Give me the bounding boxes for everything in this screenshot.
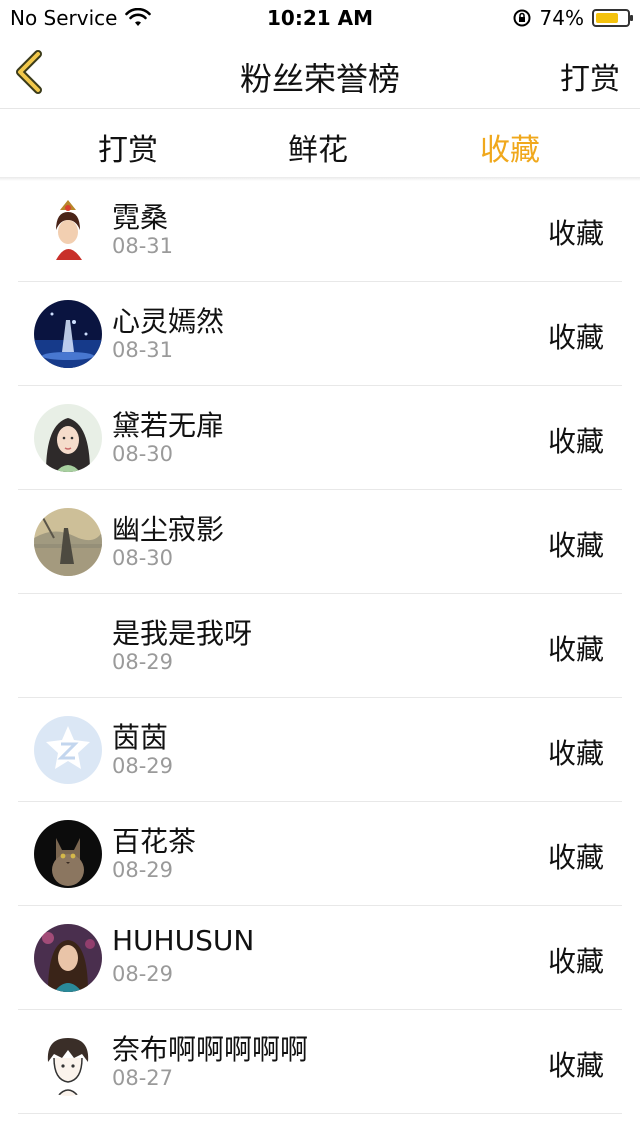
action-label: 收藏 (547, 217, 604, 250)
tab-reward[interactable]: 打赏 (98, 125, 158, 169)
ink-landscape-avatar-icon (34, 508, 102, 576)
avatar (34, 508, 102, 576)
user-name: 百花茶 (112, 825, 197, 858)
list-item[interactable]: 百花茶 08-29 收藏 (0, 802, 640, 906)
user-name: 是我是我呀 (112, 617, 253, 650)
avatar (34, 716, 102, 784)
tab-flowers[interactable]: 鲜花 (288, 125, 348, 169)
action-label: 收藏 (547, 425, 604, 458)
battery-icon (592, 9, 633, 27)
tab-favorites[interactable]: 收藏 (480, 125, 540, 169)
orientation-lock-icon (513, 9, 531, 27)
tab-bar: 打赏 鲜花 收藏 (0, 109, 640, 177)
action-label: 收藏 (547, 321, 604, 354)
avatar (34, 404, 102, 472)
action-label: 收藏 (547, 633, 604, 666)
user-name: HUHUSUN (112, 924, 255, 957)
user-name: 茵茵 (112, 721, 169, 754)
list-item[interactable]: 奈布啊啊啊啊啊 08-27 收藏 (0, 1010, 640, 1114)
reward-button[interactable]: 打赏 (560, 54, 620, 98)
girl-illustration-avatar-icon (34, 404, 102, 472)
date-label: 08-31 (112, 338, 174, 362)
action-label: 收藏 (547, 737, 604, 770)
date-label: 08-29 (112, 858, 174, 882)
date-label: 08-29 (112, 754, 174, 778)
status-bar: No Service 10:21 AM 74% (0, 0, 640, 36)
user-name: 霓桑 (112, 201, 169, 234)
list-item[interactable]: 茵茵 08-29 收藏 (0, 698, 640, 802)
battery-level-fill (596, 13, 618, 23)
date-label: 08-27 (112, 1066, 174, 1090)
night-sky-avatar-icon (34, 300, 102, 368)
list-item[interactable]: 幽尘寂影 08-30 收藏 (0, 490, 640, 594)
page-title: 粉丝荣誉榜 (239, 60, 400, 98)
avatar (34, 820, 102, 888)
date-label: 08-30 (112, 546, 174, 570)
user-name: 奈布啊啊啊啊啊 (112, 1033, 309, 1066)
nav-bar: 粉丝荣誉榜 打赏 (0, 36, 640, 108)
row-divider (18, 1113, 622, 1114)
action-label: 收藏 (547, 1049, 604, 1082)
avatar (34, 196, 102, 264)
date-label: 08-30 (112, 442, 174, 466)
action-label: 收藏 (547, 529, 604, 562)
fan-list: 霓桑 08-31 收藏 心灵嫣然 08-31 收藏 黛若无扉 08-30 收藏 … (0, 178, 640, 1114)
user-name: 黛若无扉 (112, 409, 225, 442)
date-label: 08-31 (112, 234, 174, 258)
qq-default-avatar-icon (34, 716, 102, 784)
woman-photo-avatar-icon (34, 924, 102, 992)
date-label: 08-29 (112, 650, 174, 674)
ancient-lady-avatar-icon (34, 196, 102, 264)
list-item[interactable]: 心灵嫣然 08-31 收藏 (0, 282, 640, 386)
list-item[interactable]: HUHUSUN 08-29 收藏 (0, 906, 640, 1010)
action-label: 收藏 (547, 945, 604, 978)
user-name: 心灵嫣然 (112, 305, 225, 338)
status-right: 74% (512, 6, 633, 30)
user-name: 幽尘寂影 (112, 513, 225, 546)
date-label: 08-29 (112, 962, 174, 986)
anime-boy-avatar-icon (34, 1028, 102, 1096)
battery-tip (630, 15, 633, 21)
avatar (34, 924, 102, 992)
cat-photo-avatar-icon (34, 820, 102, 888)
list-item[interactable]: 黛若无扉 08-30 收藏 (0, 386, 640, 490)
avatar (34, 300, 102, 368)
list-item[interactable]: 是我是我呀 08-29 收藏 (0, 594, 640, 698)
avatar (34, 1028, 102, 1096)
battery-percent: 74% (539, 6, 584, 30)
avatar (34, 612, 102, 680)
list-item[interactable]: 霓桑 08-31 收藏 (0, 178, 640, 282)
action-label: 收藏 (547, 841, 604, 874)
